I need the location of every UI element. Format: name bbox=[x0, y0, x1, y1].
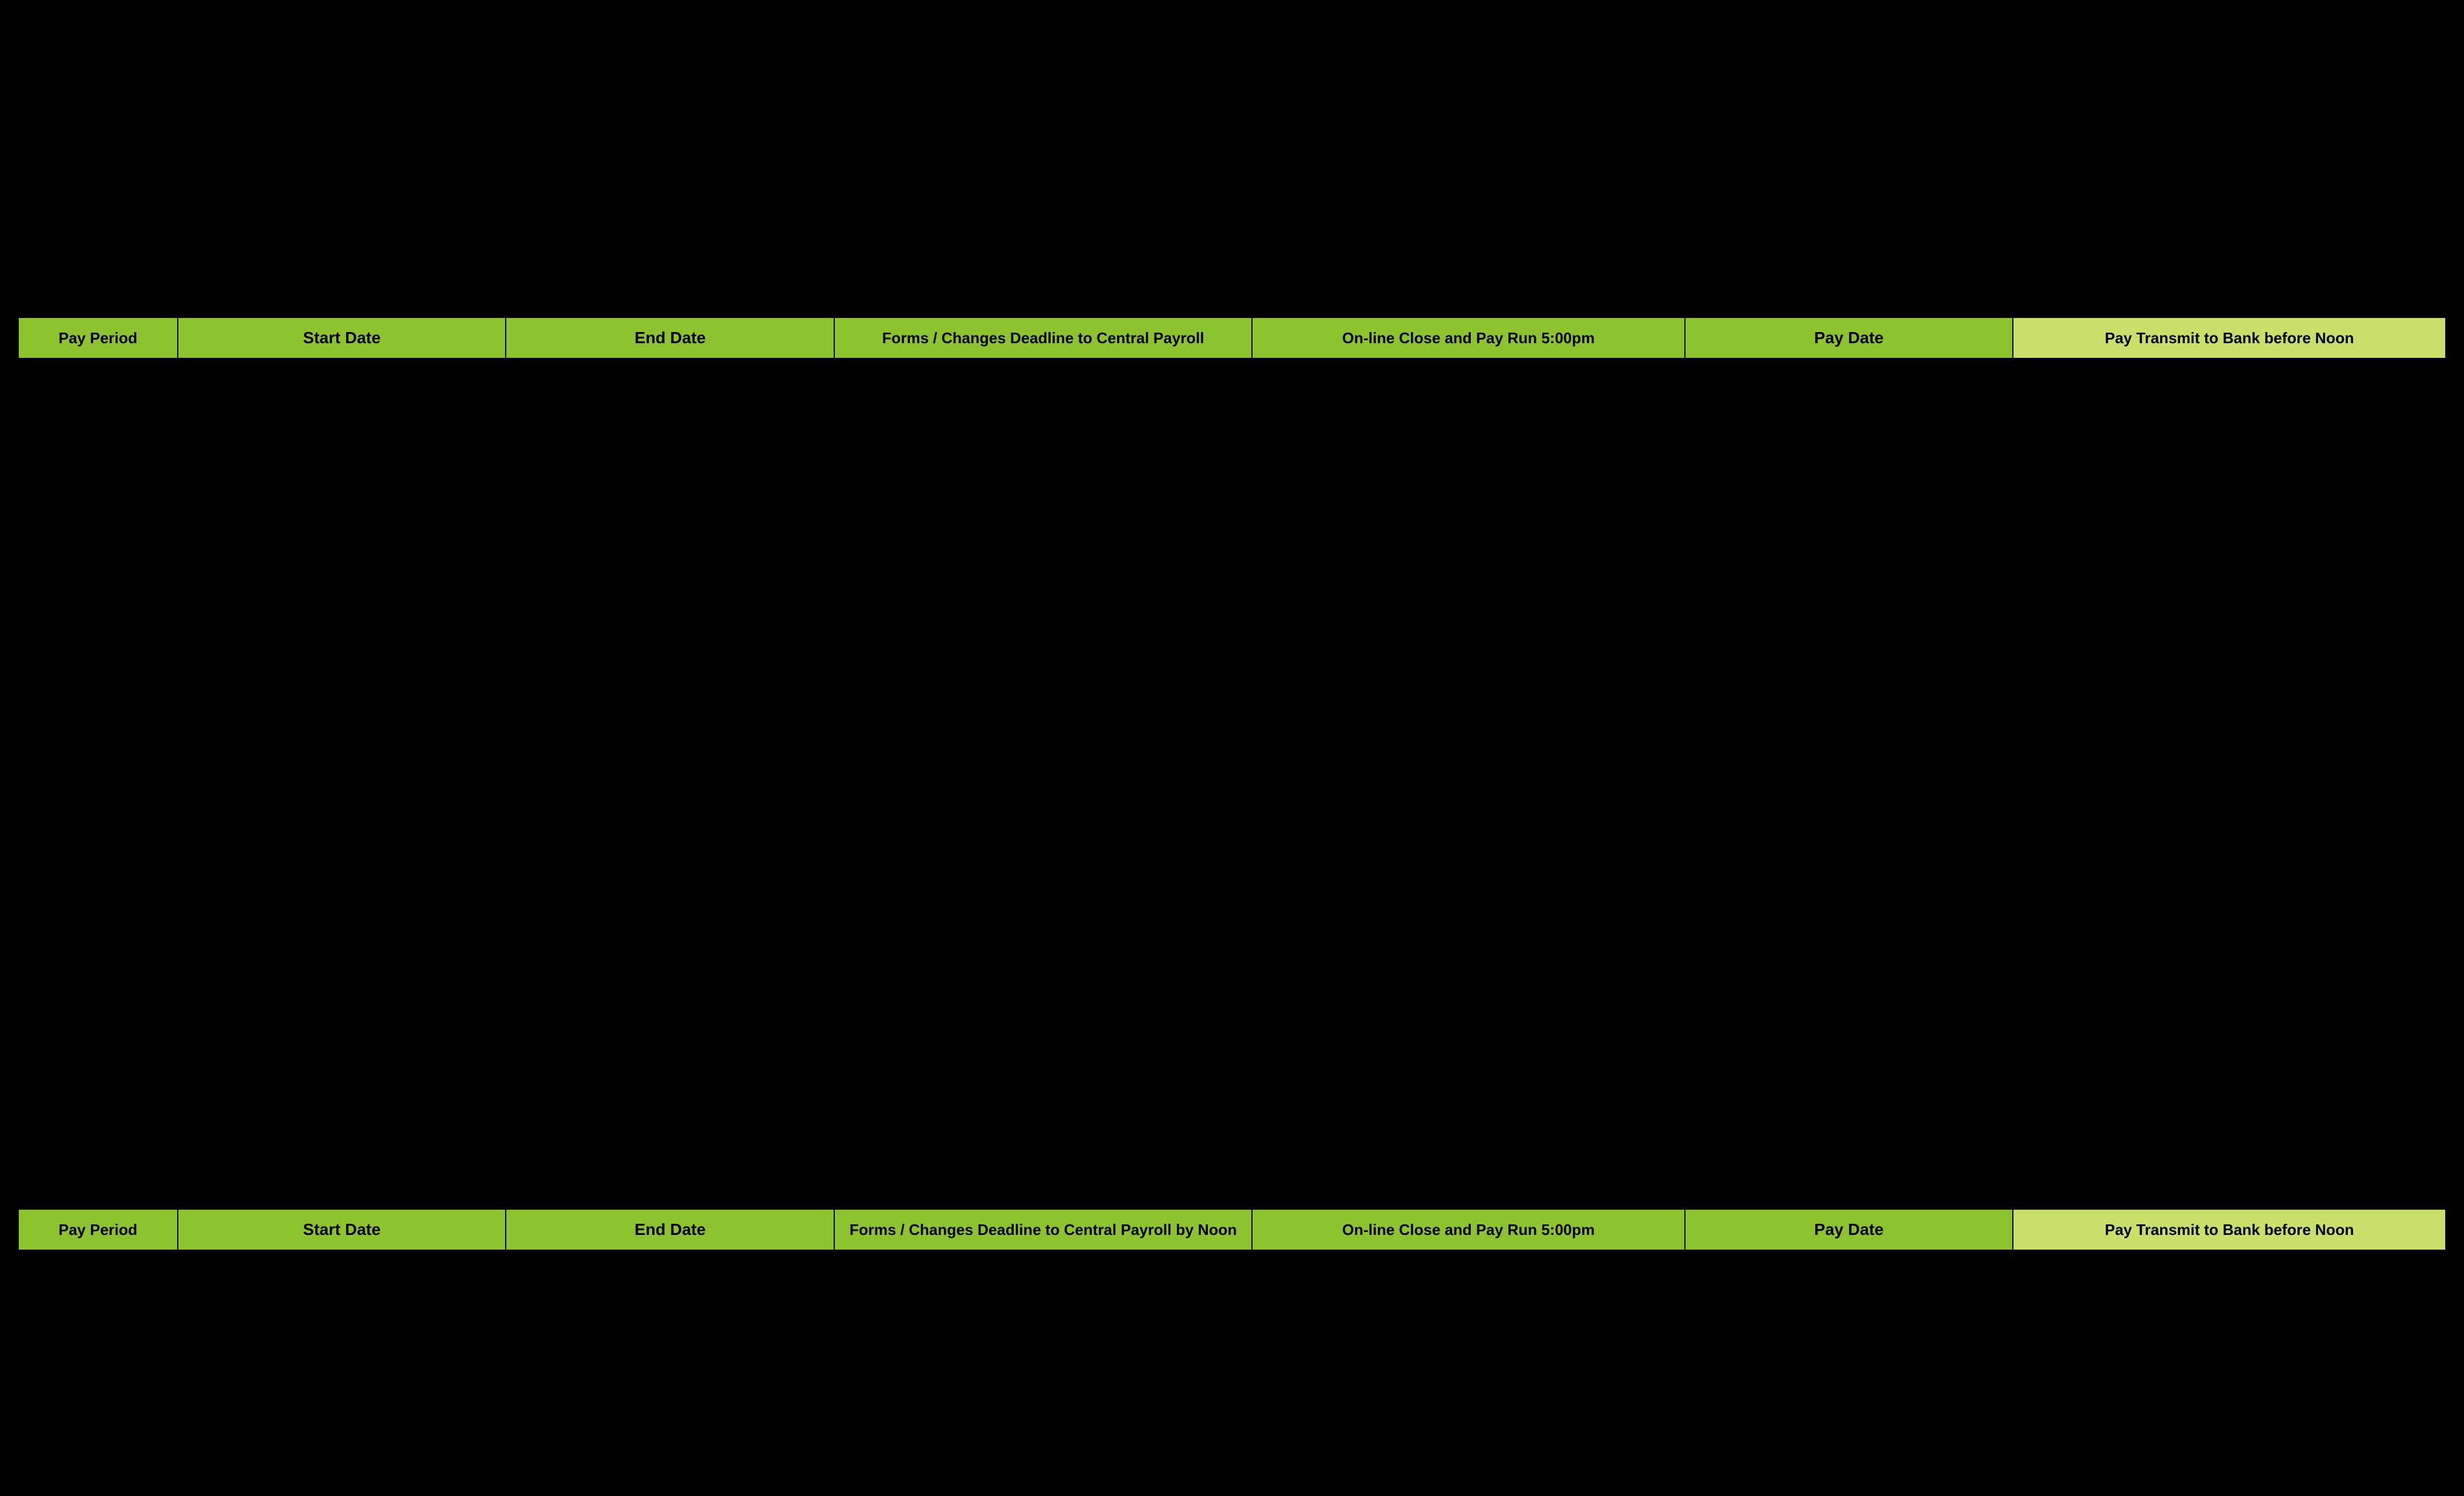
header-pay-date-1: Pay Date bbox=[1685, 317, 2013, 358]
header-end-date-1: End Date bbox=[506, 317, 834, 358]
payroll-table-2: Pay Period Start Date End Date Forms / C… bbox=[18, 1209, 2446, 1251]
header-pay-transmit-2: Pay Transmit to Bank before Noon bbox=[2013, 1209, 2446, 1250]
header-forms-changes-2: Forms / Changes Deadline to Central Payr… bbox=[834, 1209, 1252, 1250]
second-table-container: Pay Period Start Date End Date Forms / C… bbox=[18, 1209, 2446, 1251]
header-online-close-2: On-line Close and Pay Run 5:00pm bbox=[1252, 1209, 1685, 1250]
header-online-close-1: On-line Close and Pay Run 5:00pm bbox=[1252, 317, 1685, 358]
first-table-container: Pay Period Start Date End Date Forms / C… bbox=[18, 317, 2446, 359]
payroll-table-1: Pay Period Start Date End Date Forms / C… bbox=[18, 317, 2446, 359]
header-start-date-2: Start Date bbox=[178, 1209, 506, 1250]
header-end-date-2: End Date bbox=[506, 1209, 834, 1250]
header-pay-period-2: Pay Period bbox=[18, 1209, 178, 1250]
header-pay-period-1: Pay Period bbox=[18, 317, 178, 358]
header-pay-date-2: Pay Date bbox=[1685, 1209, 2013, 1250]
header-start-date-1: Start Date bbox=[178, 317, 506, 358]
header-forms-changes-1: Forms / Changes Deadline to Central Payr… bbox=[834, 317, 1252, 358]
header-pay-transmit-1: Pay Transmit to Bank before Noon bbox=[2013, 317, 2446, 358]
